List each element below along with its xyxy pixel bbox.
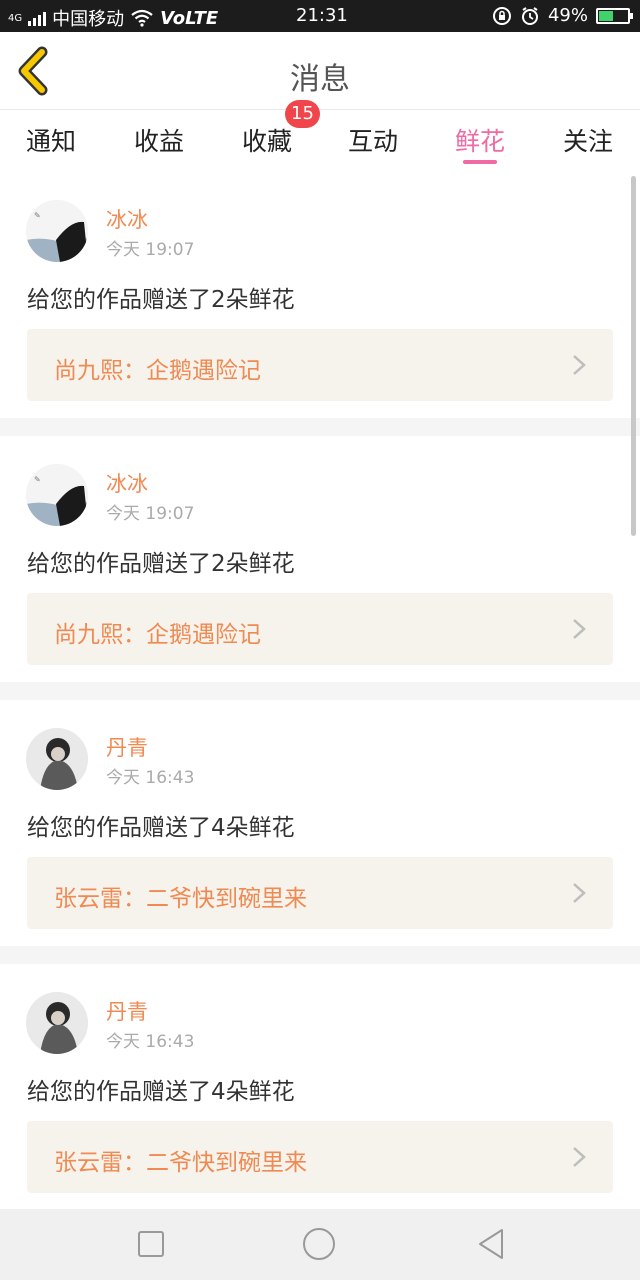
svg-text:✎: ✎ — [34, 211, 41, 220]
chevron-right-icon — [573, 355, 586, 375]
battery-percent: 49% — [547, 5, 588, 26]
status-bar: 4G 中国移动 VoLTE 21:31 49% — [0, 0, 640, 32]
work-title: 张云雷：二爷快到碗里来 — [54, 886, 307, 912]
message-card: 丹青 今天 16:43 给您的作品赠送了4朵鲜花 张云雷：二爷快到碗里来 — [0, 700, 640, 946]
rotation-lock-icon — [492, 6, 511, 25]
svg-text:✎: ✎ — [34, 475, 41, 484]
work-link[interactable]: 尚九熙：企鹅遇险记 — [27, 329, 613, 401]
message-card: ✎ 冰冰 今天 19:07 给您的作品赠送了2朵鲜花 尚九熙：企鹅遇险记 — [0, 172, 640, 418]
page-title: 消息 — [290, 62, 350, 97]
circle-icon[interactable] — [302, 1227, 336, 1261]
message-text: 给您的作品赠送了4朵鲜花 — [27, 1079, 295, 1105]
work-link[interactable]: 尚九熙：企鹅遇险记 — [27, 593, 613, 665]
tab-interaction[interactable]: 互动 — [348, 122, 398, 158]
chevron-right-icon — [573, 883, 586, 903]
tab-favorites[interactable]: 收藏 — [242, 122, 292, 158]
signal-icon — [28, 10, 47, 26]
message-card: 丹青 今天 16:43 给您的作品赠送了4朵鲜花 张云雷：二爷快到碗里来 — [0, 964, 640, 1210]
active-tab-indicator — [463, 160, 497, 164]
message-card: ✎ 冰冰 今天 19:07 给您的作品赠送了2朵鲜花 尚九熙：企鹅遇险记 — [0, 436, 640, 682]
message-time: 今天 19:07 — [106, 504, 195, 524]
work-title: 张云雷：二爷快到碗里来 — [54, 1150, 307, 1176]
sender-name[interactable]: 丹青 — [106, 732, 148, 762]
system-nav-bar — [0, 1209, 640, 1280]
battery-fill — [599, 10, 613, 21]
message-text: 给您的作品赠送了2朵鲜花 — [27, 287, 295, 313]
square-icon[interactable] — [134, 1227, 168, 1261]
header: 消息 — [0, 32, 640, 110]
work-title: 尚九熙：企鹅遇险记 — [54, 358, 261, 384]
message-time: 今天 16:43 — [106, 768, 195, 788]
favorites-count-badge: 15 — [285, 100, 320, 128]
volte-label: VoLTE — [160, 7, 219, 29]
work-link[interactable]: 张云雷：二爷快到碗里来 — [27, 857, 613, 929]
scrollbar[interactable] — [631, 176, 636, 536]
sender-name[interactable]: 冰冰 — [106, 468, 148, 498]
alarm-icon — [521, 6, 538, 25]
carrier-label: 中国移动 — [52, 9, 125, 30]
tab-flowers[interactable]: 鲜花 — [455, 122, 505, 158]
avatar[interactable]: ✎ — [26, 464, 88, 526]
avatar[interactable] — [26, 992, 88, 1054]
tab-earnings[interactable]: 收益 — [134, 122, 184, 158]
work-title: 尚九熙：企鹅遇险记 — [54, 622, 261, 648]
message-text: 给您的作品赠送了2朵鲜花 — [27, 551, 295, 577]
sender-name[interactable]: 冰冰 — [106, 204, 148, 234]
clock: 21:31 — [296, 5, 348, 26]
avatar[interactable]: ✎ — [26, 200, 88, 262]
battery-icon — [596, 7, 633, 24]
tab-bar: 通知 收益 收藏 互动 鲜花 关注 — [0, 110, 640, 172]
chevron-right-icon — [573, 1147, 586, 1167]
chevron-right-icon — [573, 619, 586, 639]
network-type-label: 4G — [8, 12, 23, 24]
message-time: 今天 19:07 — [106, 240, 195, 260]
status-right: 49% — [492, 5, 633, 26]
sender-name[interactable]: 丹青 — [106, 996, 148, 1026]
wifi-icon — [131, 9, 153, 27]
status-left: 4G 中国移动 VoLTE — [8, 5, 218, 31]
message-time: 今天 16:43 — [106, 1032, 195, 1052]
work-link[interactable]: 张云雷：二爷快到碗里来 — [27, 1121, 613, 1193]
avatar[interactable] — [26, 728, 88, 790]
tab-notification[interactable]: 通知 — [26, 122, 76, 158]
message-text: 给您的作品赠送了4朵鲜花 — [27, 815, 295, 841]
triangle-back-icon[interactable] — [474, 1227, 508, 1261]
tab-follow[interactable]: 关注 — [563, 122, 613, 158]
